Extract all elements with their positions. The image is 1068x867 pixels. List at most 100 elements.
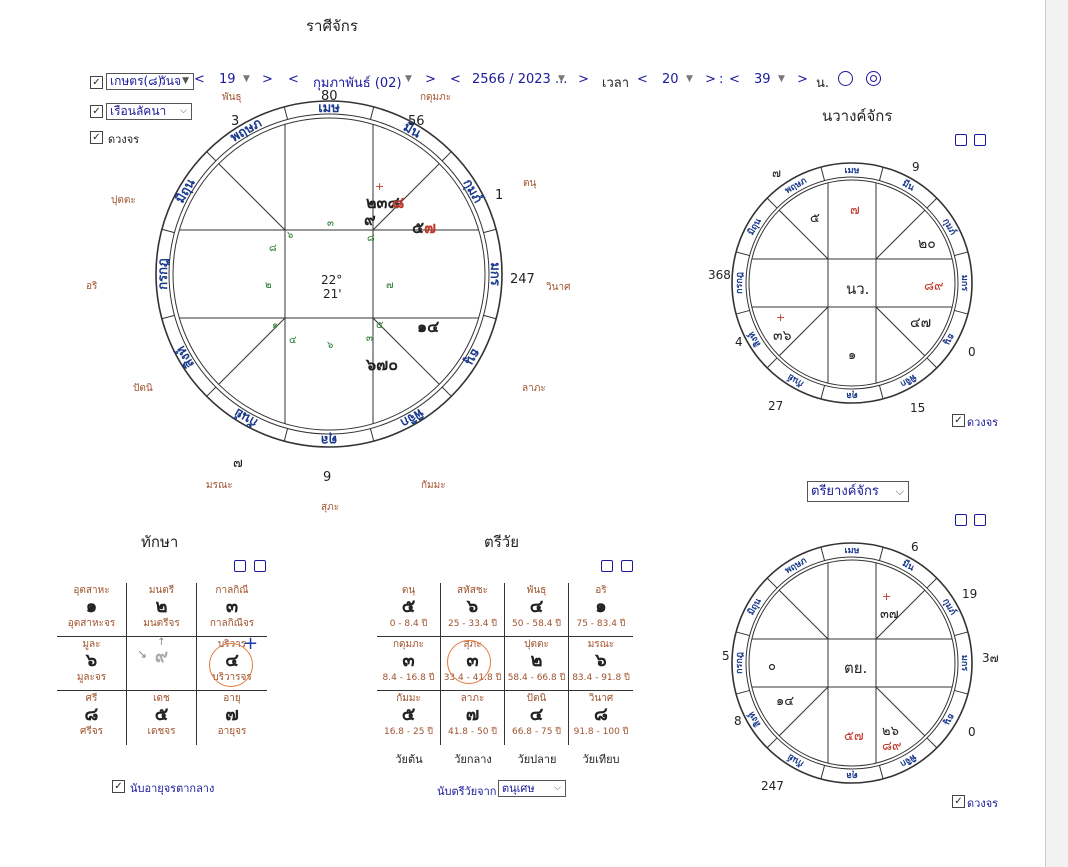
triwai-cell-num: ๑ <box>595 596 607 617</box>
taksa-age-label: นับอายุจรตากลาง <box>130 782 215 795</box>
triwai-cell: วินาศ๘ 91.8 - 100 ปี <box>569 691 633 745</box>
triwai-cell-num: ๖ <box>595 650 607 671</box>
triwai-cell-bot: 91.8 - 100 ปี <box>573 727 629 737</box>
navang-outer-b1: 27 <box>768 399 784 413</box>
taksa-cell: มนตรี๒มนตรีจร <box>127 583 197 637</box>
taksa-cell-bot: มนตรีจร <box>143 618 180 629</box>
taksa-title: ทักษา <box>141 533 179 551</box>
outer-num-top-left: 3 <box>231 114 240 129</box>
triwai-age-label: วัยเทียบ <box>582 753 620 766</box>
navang-sign-label: ตุล <box>846 390 857 400</box>
house-pijik-planets: ๖๗๐ <box>366 355 398 374</box>
triwai-cell: อริ๑ 75 - 83.4 ปี <box>569 583 633 637</box>
taksa-cell-bot: กาลกิณีจร <box>209 618 255 629</box>
triwai-cell-num: ๖ <box>466 596 479 617</box>
navang-outer-b2: 15 <box>910 401 926 415</box>
triyang-sign-label: ตุล <box>846 770 857 780</box>
triwai-cell-bot: 66.8 - 75 ปี <box>511 727 562 737</box>
navang-sign-label: กรกฎ <box>735 272 745 294</box>
triwai-age-row: วัยต้น วัยกลาง วัยปลาย วัยเทียบ <box>377 750 633 766</box>
label-lapa: ลาภะ <box>522 383 546 394</box>
camera-icon[interactable] <box>974 134 986 146</box>
triyang-outer-tr: 19 <box>962 587 978 601</box>
triyang-cell-rb2: ๘๙ <box>882 739 902 754</box>
triyang-sign-label: กันย์ <box>785 751 806 770</box>
outer-num-bottom: 9 <box>323 470 332 485</box>
main-sign-label: สิงห์ <box>173 343 198 371</box>
triwai-grid: ตนุ๕ 0 - 8.4 ปี สหัสชะ๖ 25 - 33.4 ปี พันธุ๔ 5… <box>377 583 633 745</box>
triwai-cell-num: ๕ <box>401 596 416 617</box>
triyang-sign-label: ธนู <box>941 711 956 727</box>
triwai-count-select[interactable]: ตนุเศษ ⌵ <box>498 780 566 797</box>
external-link-icon[interactable] <box>234 560 246 572</box>
house-num-9: ๖ <box>327 340 334 351</box>
taksa-cell-num: ๑ <box>85 596 98 617</box>
main-sign-label: ธนู <box>462 346 483 368</box>
triwai-cell-bot: 41.8 - 50 ปี <box>447 727 498 737</box>
center-minute: 21' <box>323 287 342 301</box>
label-morana: มรณะ <box>206 480 233 491</box>
triwai-cell-num: ๔ <box>529 704 544 725</box>
navang-sign-label: สิงห์ <box>745 330 764 350</box>
main-sign-label: กุมภ์ <box>460 176 486 206</box>
outer-num-right: 247 <box>510 272 535 287</box>
triwai-cell: ลาภะ๗ 41.8 - 50 ปี <box>441 691 505 745</box>
triwai-cell-bot: 50 - 58.4 ปี <box>511 619 562 629</box>
main-sign-label: พิจิก <box>397 405 425 430</box>
triyang-sign-label: เมษ <box>845 546 860 556</box>
triwai-age-label: วัยต้น <box>395 753 423 766</box>
house-num-3: ๖ <box>287 230 294 241</box>
house-kumph-red: ๘ <box>392 193 405 212</box>
navang-outer-bl: 4 <box>735 335 743 349</box>
triwai-cell-bot: 25 - 33.4 ปี <box>447 619 498 629</box>
taksa-cell-num: ๘ <box>84 704 99 725</box>
camera-icon[interactable] <box>254 560 266 572</box>
navang-sign-label: ธนู <box>941 331 956 347</box>
triyang-cell-b: ๕๗ <box>844 729 864 744</box>
taksa-cell-bot: ศรีจร <box>80 726 103 737</box>
triyang-sign-label: มกร <box>959 655 969 671</box>
taksa-age-checkbox[interactable]: ✓ <box>112 780 125 793</box>
triyang-cell-rt: ๓๗ <box>880 607 899 622</box>
external-link-icon[interactable] <box>955 514 967 526</box>
triyang-outer-t: 6 <box>911 540 919 554</box>
triwai-cell: ปุตตะ๒ 58.4 - 66.8 ปี <box>505 637 569 691</box>
taksa-cell: มูละ๖มูละจร <box>57 637 127 691</box>
navang-duangjorn-checkbox[interactable]: ✓ <box>952 414 965 427</box>
house-right-planet: ๕ <box>412 218 425 237</box>
triwai-cell-bot: 75 - 83.4 ปี <box>576 619 626 629</box>
external-link-icon[interactable] <box>955 134 967 146</box>
camera-icon[interactable] <box>974 514 986 526</box>
taksa-cell-num: ๒ <box>155 596 168 617</box>
taksa-cell-bot: มูละจร <box>76 672 107 683</box>
taksa-cell: ศรี๘ศรีจร <box>57 691 127 745</box>
taksa-cell: เดช๕เดชจร <box>127 691 197 745</box>
navang-sign-label: เมษ <box>845 166 860 176</box>
triyang-duangjorn-checkbox[interactable]: ✓ <box>952 795 965 808</box>
label-putta: ปุตตะ <box>111 195 136 206</box>
external-link-icon[interactable] <box>601 560 613 572</box>
house-kumph-planets-2: ๙ <box>364 210 376 229</box>
highlight-circle <box>447 640 491 684</box>
navang-center: นว. <box>846 280 870 298</box>
triwai-cell: ตนุ๕ 0 - 8.4 ปี <box>377 583 441 637</box>
navang-cell-right: ๘๙ <box>924 279 944 294</box>
scrollbar[interactable] <box>1045 0 1068 867</box>
navang-cell-left-bot: ๓๖ <box>773 328 792 344</box>
house-num-11: ๓ <box>366 333 373 344</box>
triwai-title: ตรีวัย <box>484 533 520 551</box>
navang-outer-tl: ๗ <box>772 166 782 180</box>
main-sign-label: กันย์ <box>231 405 260 431</box>
plus-icon[interactable]: + <box>243 633 258 654</box>
taksa-cell: กาลกิณี๓กาลกิณีจร <box>197 583 267 637</box>
triwai-cell: กัมมะ๕ 16.8 - 25 ปี <box>377 691 441 745</box>
main-sign-label: มิถุน <box>173 176 199 206</box>
label-pattani: ปัตนิ <box>133 383 153 394</box>
triyang-select[interactable]: ตรียางค์จักร ⌵ <box>807 481 909 502</box>
taksa-arrow-icon: ↘ <box>137 647 148 661</box>
outer-num-right-top: 1 <box>495 188 504 203</box>
navang-cell-top-left: ๕ <box>810 211 820 226</box>
navang-cell-bot: ๑ <box>848 348 857 363</box>
camera-icon[interactable] <box>621 560 633 572</box>
label-winat: วินาศ <box>546 282 571 293</box>
